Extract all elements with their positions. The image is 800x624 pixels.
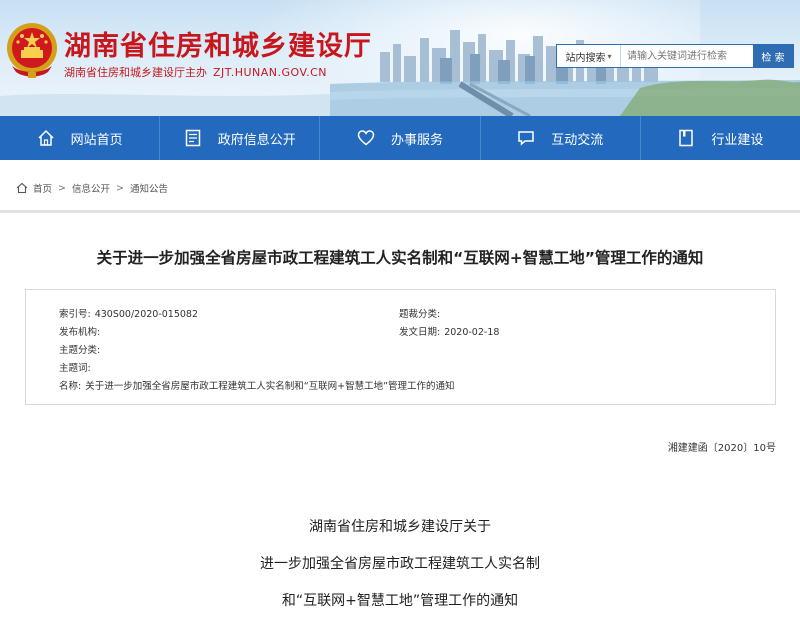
breadcrumb-separator: > [58,182,66,194]
meta-label: 主题分类: [59,345,101,356]
page-title: 关于进一步加强全省房屋市政工程建筑工人实名制和“互联网+智慧工地”管理工作的通知 [96,249,704,267]
nav-item-industry[interactable]: 行业建设 [641,116,800,160]
meta-label: 题裁分类: [399,309,441,320]
document-number: 湘建建函〔2020〕10号 [667,443,776,454]
meta-value: 430S00/2020-015082 [94,309,199,320]
nav-item-label: 网站首页 [70,132,123,148]
national-emblem-icon [7,23,57,78]
nav-item-services[interactable]: 办事服务 [320,116,481,160]
search-input[interactable] [621,45,753,67]
main-nav: 网站首页 政府信息公开 办事服务 互动交流 行业建设 [0,116,800,160]
home-icon [38,129,54,146]
metadata-panel: 索引号: 430S00/2020-015082 题裁分类: 发布机构: 发文日期:… [25,289,776,405]
meta-category: 题裁分类: [399,306,444,320]
nav-item-label: 政府信息公开 [217,132,296,148]
breadcrumb-home[interactable]: 首页 [33,181,52,195]
body-heading-line: 和“互联网+智慧工地”管理工作的通知 [281,593,519,609]
site-subtitle: 湖南省住房和城乡建设厅主办 ZJT.HUNAN.GOV.CN [64,64,327,80]
meta-label: 主题词: [59,363,91,374]
body-heading-line: 进一步加强全省房屋市政工程建筑工人实名制 [260,556,540,572]
search-bar: 站内搜索▾ 检 索 [556,44,794,68]
search-button[interactable]: 检 索 [753,45,793,67]
nav-item-interaction[interactable]: 互动交流 [481,116,641,160]
book-icon [679,129,694,147]
divider [0,210,800,213]
breadcrumb: 首页 > 信息公开 > 通知公告 [0,175,800,201]
chevron-down-icon: ▾ [607,51,612,61]
meta-name: 名称: 关于进一步加强全省房屋市政工程建筑工人实名制和“互联网+智慧工地”管理工作… [59,378,455,392]
search-scope-select[interactable]: 站内搜索 ▾ [557,45,621,67]
chat-icon [518,131,534,146]
meta-topic: 主题分类: [59,342,104,356]
site-title: 湖南省住房和城乡建设厅 [64,31,372,62]
nav-item-gov-info[interactable]: 政府信息公开 [160,116,321,160]
meta-label: 索引号: [59,309,91,320]
meta-value: 关于进一步加强全省房屋市政工程建筑工人实名制和“互联网+智慧工地”管理工作的通知 [85,381,455,392]
nav-item-label: 互动交流 [551,132,604,148]
nav-item-label: 行业建设 [711,132,764,148]
site-domain: ZJT.HUNAN.GOV.CN [213,66,327,79]
header-banner: 湖南省住房和城乡建设厅 湖南省住房和城乡建设厅主办 ZJT.HUNAN.GOV.C… [0,0,800,116]
breadcrumb-separator: > [116,182,124,194]
document-icon [185,129,201,147]
meta-publisher: 发布机构: [59,324,104,338]
meta-label: 发布机构: [59,327,101,338]
nav-item-label: 办事服务 [391,132,444,148]
meta-label: 发文日期: [399,327,441,338]
site-sponsor: 湖南省住房和城乡建设厅主办 [64,66,207,79]
nav-item-home[interactable]: 网站首页 [0,116,161,160]
breadcrumb-notices[interactable]: 通知公告 [130,181,168,195]
meta-date: 发文日期: 2020-02-18 [399,324,499,338]
body-heading-line: 湖南省住房和城乡建设厅关于 [309,519,491,535]
meta-keywords: 主题词: [59,360,95,374]
meta-value: 2020-02-18 [444,327,500,338]
home-icon [16,182,28,194]
meta-label: 名称: [59,381,82,392]
search-scope-label: 站内搜索 [565,52,606,64]
breadcrumb-info-public[interactable]: 信息公开 [72,181,110,195]
meta-index: 索引号: 430S00/2020-015082 [59,306,198,320]
heart-icon [357,130,375,146]
